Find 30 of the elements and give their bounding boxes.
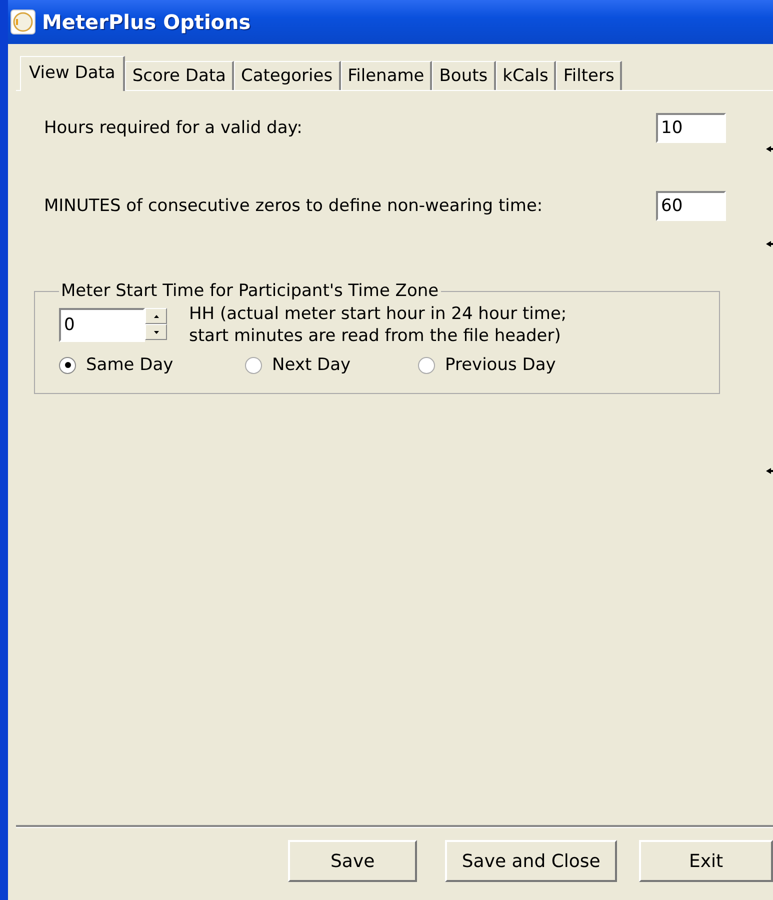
hint-text: HH (actual meter start hour in 24 hour time;: [189, 303, 567, 325]
tab[interactable]: Score Data: [125, 61, 234, 90]
dialog-button[interactable]: Save and Close: [445, 840, 618, 882]
hint-text: start minutes are read from the file header): [189, 325, 562, 347]
radio-option[interactable]: Same Day: [59, 355, 245, 375]
group-title: Meter Start Time for Participant's Time Zone: [60, 281, 440, 301]
radio-option[interactable]: Previous Day: [418, 355, 604, 375]
arrow-icon: [766, 146, 773, 152]
dialog-button[interactable]: Save: [288, 840, 418, 882]
input-field[interactable]: 60: [656, 191, 726, 221]
field-label: MINUTES of consecutive zeros to define non-wearing time:: [44, 196, 543, 216]
hour-input-field[interactable]: 0: [59, 308, 145, 342]
tab[interactable]: Categories: [234, 61, 341, 90]
radio-option[interactable]: Next Day: [245, 355, 418, 375]
tab[interactable]: View Data: [20, 56, 126, 91]
input-field[interactable]: 10: [656, 113, 726, 143]
up-caret-icon: [154, 314, 158, 318]
arrow-icon: [766, 468, 773, 474]
field-label: Hours required for a valid day:: [44, 118, 302, 138]
tab[interactable]: Filename: [340, 61, 432, 90]
dialog-button[interactable]: Exit: [639, 840, 773, 882]
tab[interactable]: kCals: [496, 61, 556, 90]
arrow-icon: [766, 241, 773, 247]
app-icon: [10, 9, 36, 35]
tab[interactable]: Filters: [556, 61, 622, 90]
down-caret-icon: [154, 330, 158, 334]
window-title: MeterPlus Options: [42, 10, 251, 34]
spin-up-button[interactable]: [145, 308, 167, 324]
spin-down-button[interactable]: [145, 324, 167, 340]
tab[interactable]: Bouts: [432, 61, 496, 90]
